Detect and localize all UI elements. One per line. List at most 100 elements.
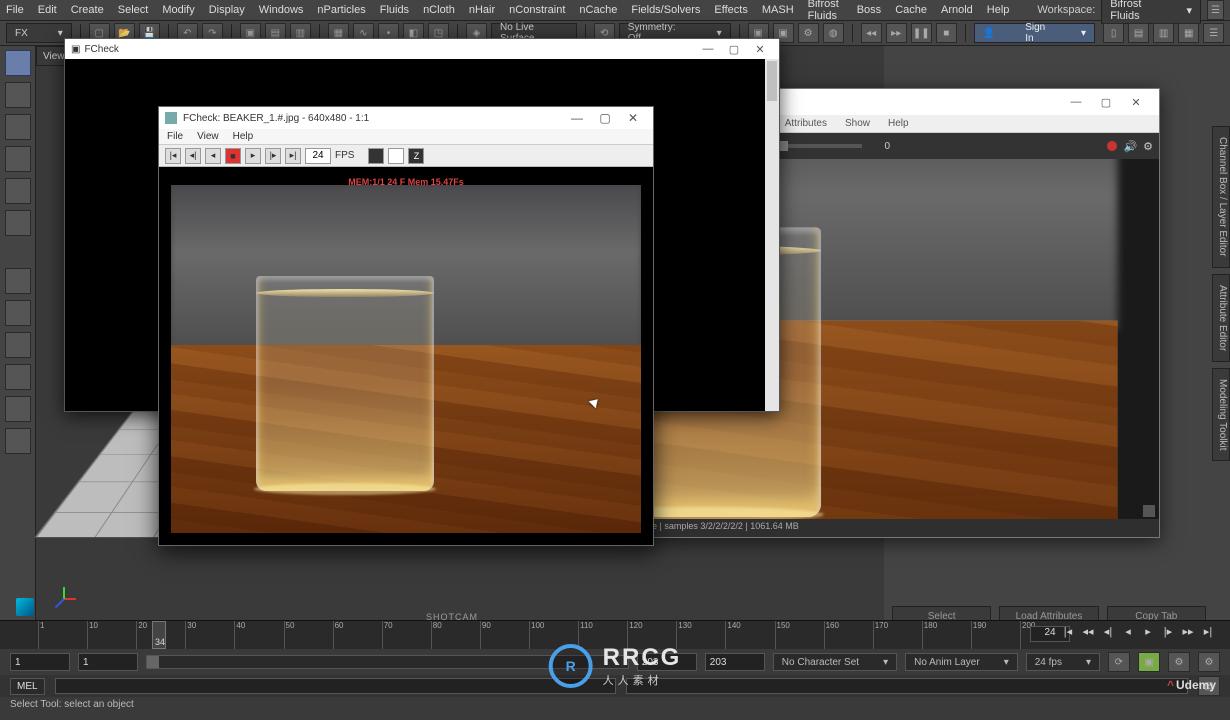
panel-layout3-icon[interactable]: ▥: [1153, 23, 1174, 43]
tab-modeling-toolkit[interactable]: Modeling Toolkit: [1212, 368, 1230, 462]
tab-attribute-editor[interactable]: Attribute Editor: [1212, 274, 1230, 362]
autokey-icon[interactable]: ⟳: [1108, 652, 1130, 672]
menu-create[interactable]: Create: [71, 4, 104, 16]
play-back-icon[interactable]: ◂: [205, 148, 221, 164]
fcheck-parent-titlebar[interactable]: ▣ FCheck — ▢ ✕: [65, 39, 779, 59]
step-back-icon[interactable]: ◂|: [1100, 623, 1116, 639]
arnold-menu-help[interactable]: Help: [888, 118, 909, 129]
arnold-menu-show[interactable]: Show: [845, 118, 870, 129]
layout2-tool[interactable]: [5, 300, 31, 326]
go-start-icon[interactable]: |◂: [1060, 623, 1076, 639]
pause-icon[interactable]: ❚❚: [911, 23, 932, 43]
menu-windows[interactable]: Windows: [259, 4, 304, 16]
range-slider-handle[interactable]: [147, 656, 159, 668]
menu-edit[interactable]: Edit: [38, 4, 57, 16]
panel-layout5-icon[interactable]: ☰: [1203, 23, 1224, 43]
fcheck-image-window[interactable]: FCheck: BEAKER_1.#.jpg - 640x480 - 1:1 —…: [158, 106, 654, 546]
go-start-icon[interactable]: |◂: [165, 148, 181, 164]
menu-effects[interactable]: Effects: [714, 4, 747, 16]
fcheck-menu-help[interactable]: Help: [233, 131, 254, 142]
panel-layout2-icon[interactable]: ▤: [1128, 23, 1149, 43]
menu-boss[interactable]: Boss: [857, 4, 881, 16]
go-end-icon[interactable]: ▸|: [1200, 623, 1216, 639]
arnold-speaker-icon[interactable]: 🔊: [1123, 140, 1137, 153]
workspace-dropdown[interactable]: Bifrost Fluids ▾: [1101, 0, 1201, 24]
layout6-tool[interactable]: [5, 428, 31, 454]
character-set-dropdown[interactable]: No Character Set▾: [773, 653, 897, 671]
fps-dropdown[interactable]: 24 fps▾: [1026, 653, 1100, 671]
range-start-outer[interactable]: [10, 653, 70, 671]
menu-modify[interactable]: Modify: [162, 4, 194, 16]
close-icon[interactable]: ✕: [619, 111, 647, 125]
playblast-fwd-icon[interactable]: ▸▸: [886, 23, 907, 43]
menu-mash[interactable]: MASH: [762, 4, 794, 16]
arnold-gear-icon[interactable]: ⚙: [1143, 140, 1153, 153]
maximize-icon[interactable]: ▢: [1091, 96, 1121, 109]
autokey-toggle-icon[interactable]: ▣: [1138, 652, 1160, 672]
fcheck-titlebar[interactable]: FCheck: BEAKER_1.#.jpg - 640x480 - 1:1 —…: [159, 107, 653, 129]
step-fwd-icon[interactable]: |▸: [1160, 623, 1176, 639]
current-time-marker[interactable]: 34: [152, 621, 166, 649]
menu-display[interactable]: Display: [209, 4, 245, 16]
prev-key-icon[interactable]: ◂◂: [1080, 623, 1096, 639]
move-tool[interactable]: [5, 146, 31, 172]
channel-z-icon[interactable]: Z: [408, 148, 424, 164]
menuset-dropdown[interactable]: FX▾: [6, 23, 72, 43]
lasso-tool[interactable]: [5, 82, 31, 108]
panel-layout1-icon[interactable]: ▯: [1103, 23, 1124, 43]
range-end-outer[interactable]: [705, 653, 765, 671]
step-fwd-icon[interactable]: |▸: [265, 148, 281, 164]
workspace-options-icon[interactable]: ☰: [1207, 0, 1224, 20]
close-icon[interactable]: ✕: [1121, 96, 1151, 109]
signin-dropdown[interactable]: 👤 Sign In ▾: [974, 23, 1095, 43]
command-input[interactable]: [55, 678, 617, 694]
step-back-icon[interactable]: ◂|: [185, 148, 201, 164]
fcheck-menu-view[interactable]: View: [197, 131, 219, 142]
maximize-icon[interactable]: ▢: [721, 43, 747, 56]
menu-nparticles[interactable]: nParticles: [317, 4, 365, 16]
paint-select-tool[interactable]: [5, 114, 31, 140]
stop-icon[interactable]: ■: [936, 23, 957, 43]
menu-fields[interactable]: Fields/Solvers: [631, 4, 700, 16]
next-key-icon[interactable]: ▸▸: [1180, 623, 1196, 639]
layout1-tool[interactable]: [5, 268, 31, 294]
menu-fluids[interactable]: Fluids: [380, 4, 409, 16]
fcheck-menu-file[interactable]: File: [167, 131, 183, 142]
play-fwd-icon[interactable]: ▸: [1140, 623, 1156, 639]
menu-select[interactable]: Select: [118, 4, 149, 16]
scrollbar-thumb[interactable]: [767, 61, 777, 101]
menu-file[interactable]: File: [6, 4, 24, 16]
minimize-icon[interactable]: —: [563, 111, 591, 125]
fps-input[interactable]: [305, 148, 331, 164]
menu-cache[interactable]: Cache: [895, 4, 927, 16]
go-end-icon[interactable]: ▸|: [285, 148, 301, 164]
close-icon[interactable]: ✕: [747, 43, 773, 56]
arnold-menu-attributes[interactable]: Attributes: [785, 118, 827, 129]
play-back-icon[interactable]: ◂: [1120, 623, 1136, 639]
playblast-back-icon[interactable]: ◂◂: [861, 23, 882, 43]
range-slider[interactable]: [146, 655, 629, 669]
fcheck-scrollbar[interactable]: [765, 59, 779, 411]
panel-layout4-icon[interactable]: ▦: [1178, 23, 1199, 43]
range-end-inner[interactable]: [637, 653, 697, 671]
menu-arnold[interactable]: Arnold: [941, 4, 973, 16]
record-icon[interactable]: ■: [225, 148, 241, 164]
anim-prefs2-icon[interactable]: ⚙: [1198, 652, 1220, 672]
scale-tool[interactable]: [5, 210, 31, 236]
channel-alpha-icon[interactable]: [388, 148, 404, 164]
minimize-icon[interactable]: —: [695, 43, 721, 55]
layout5-tool[interactable]: [5, 396, 31, 422]
anim-prefs-icon[interactable]: ⚙: [1168, 652, 1190, 672]
render-settings-icon[interactable]: ⚙: [798, 23, 819, 43]
menu-ncache[interactable]: nCache: [579, 4, 617, 16]
menu-help[interactable]: Help: [987, 4, 1010, 16]
menu-nhair[interactable]: nHair: [469, 4, 495, 16]
minimize-icon[interactable]: —: [1061, 96, 1091, 108]
channel-rgb-icon[interactable]: [368, 148, 384, 164]
tab-channel-box[interactable]: Channel Box / Layer Editor: [1212, 126, 1230, 268]
arnold-resize-icon[interactable]: [1143, 505, 1155, 517]
range-start-inner[interactable]: [78, 653, 138, 671]
play-fwd-icon[interactable]: ▸: [245, 148, 261, 164]
select-tool[interactable]: [5, 50, 31, 76]
menu-nconstraint[interactable]: nConstraint: [509, 4, 565, 16]
